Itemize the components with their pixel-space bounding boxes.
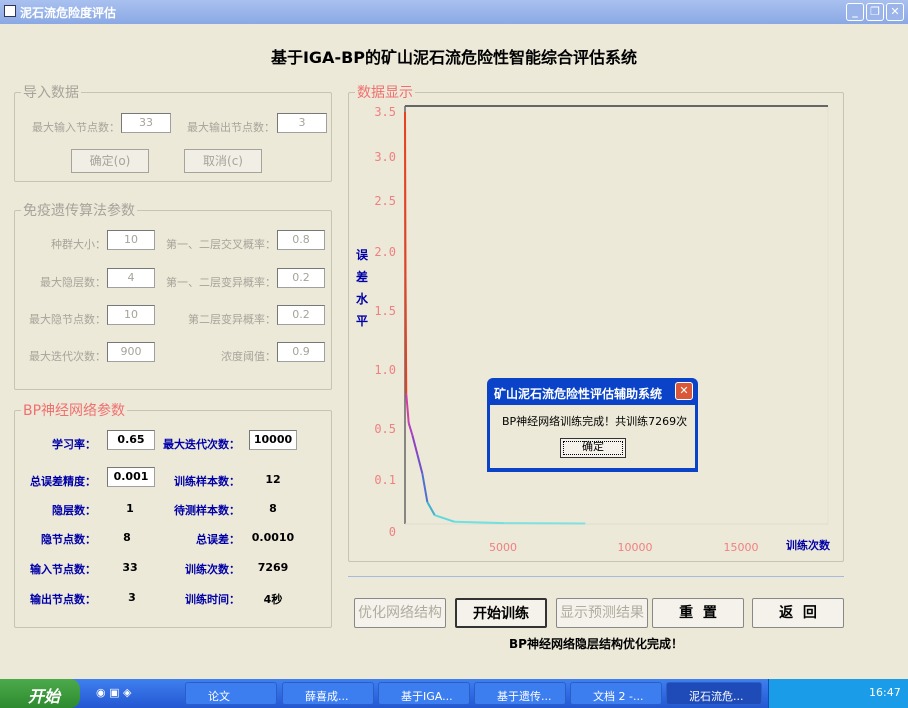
error-curve-segment [405, 393, 410, 424]
task-item[interactable]: 薛喜成... [282, 682, 374, 705]
x-tick-label: 15000 [724, 541, 759, 554]
error-curve-segment [434, 514, 455, 523]
task-item[interactable]: 论文 [185, 682, 277, 705]
y-tick-label: 2.5 [374, 194, 396, 208]
x-tick-label: 10000 [618, 541, 653, 554]
y-tick-label: 0.1 [374, 473, 396, 487]
optimize-structure-button[interactable]: 优化网络结构 [354, 598, 446, 628]
taskbar: 开始 ◉ ▣ ◈ 论文 薛喜成... 基于IGA... 基于遗传... 文档 2… [0, 679, 908, 708]
dialog-ok-button[interactable]: 确定 [560, 438, 626, 458]
x-axis-title: 训练次数 [786, 538, 831, 552]
reset-button[interactable]: 重 置 [652, 598, 744, 628]
task-item[interactable]: 基于遗传... [474, 682, 566, 705]
system-tray: 16:47 [768, 679, 908, 708]
task-item[interactable]: 泥石流危... [666, 682, 762, 705]
x-tick-label: 5000 [489, 541, 517, 554]
back-button[interactable]: 返 回 [752, 598, 844, 628]
error-curve-segment [416, 454, 424, 474]
y-tick-label: 0.5 [374, 422, 396, 436]
task-item[interactable]: 基于IGA... [378, 682, 470, 705]
show-results-button[interactable]: 显示预测结果 [556, 598, 648, 628]
y-tick-label: 1.0 [374, 363, 396, 377]
error-curve-segment [407, 422, 414, 436]
error-curve-segment [404, 275, 408, 394]
y-tick-label: 0 [389, 525, 396, 539]
y-tick-label: 1.5 [374, 304, 396, 318]
task-item[interactable]: 文档 2 -... [570, 682, 662, 705]
error-curve-segment [454, 520, 505, 525]
clock: 16:47 [869, 686, 901, 699]
status-text: BP神经网络隐层结构优化完成！ [509, 637, 683, 651]
error-curve-segment [411, 435, 419, 455]
y-tick-label: 3.5 [374, 105, 396, 119]
error-curve-segment [421, 473, 429, 503]
start-button[interactable]: 开始 [0, 679, 80, 708]
dialog-title: 矿山泥石流危险性评估辅助系统 [494, 387, 663, 401]
dialog-message: BP神经网络训练完成！共训练7269次 [502, 415, 688, 428]
dialog-close-button[interactable]: ✕ [675, 382, 693, 400]
y-axis-title: 误差水平 [355, 248, 368, 328]
message-dialog: 矿山泥石流危险性评估辅助系统 ✕ BP神经网络训练完成！共训练7269次 确定 [487, 378, 698, 472]
start-training-button[interactable]: 开始训练 [455, 598, 547, 628]
error-curve-segment [426, 501, 436, 516]
y-tick-label: 3.0 [374, 150, 396, 164]
quick-launch-icons[interactable]: ◉ ▣ ◈ [96, 686, 131, 699]
divider [348, 576, 844, 577]
y-tick-label: 2.0 [374, 245, 396, 259]
